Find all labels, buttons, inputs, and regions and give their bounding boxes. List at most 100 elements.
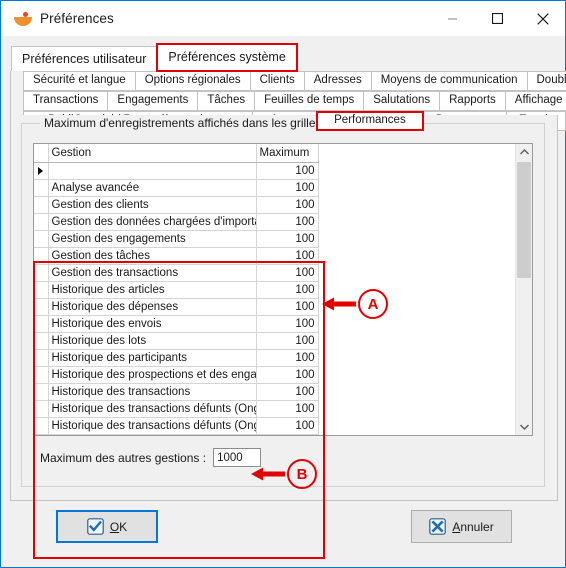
cell-gestion[interactable]: Historique des prospections et des engag… [48,366,257,384]
subtab-label: Salutations [373,93,431,106]
column-header-maximum[interactable]: Maximum [256,144,319,163]
cell-maximum[interactable]: 100 [256,315,319,333]
row-selector-cell[interactable] [34,383,49,401]
table-row[interactable]: Historique des dépenses 100 [34,298,319,316]
cell-gestion[interactable]: Gestion des clients [48,196,257,214]
tab-preferences-utilisateur[interactable]: Préférences utilisateur [11,46,158,72]
cell-gestion[interactable]: Historique des participants [48,349,257,367]
cell-maximum[interactable]: 100 [256,417,319,435]
table-row[interactable]: Historique des prospections et des engag… [34,366,319,384]
cell-gestion[interactable]: Historique des envois [48,315,257,333]
table-row[interactable]: Historique des envois 100 [34,315,319,333]
scroll-up-icon[interactable] [516,144,532,160]
row-selector-cell[interactable] [34,196,49,214]
cell-maximum[interactable]: 100 [256,162,319,180]
scroll-down-icon[interactable] [516,419,532,435]
cell-gestion[interactable]: Historique des transactions défunts (Ong… [48,417,257,435]
cell-maximum[interactable]: 100 [256,179,319,197]
cancel-button[interactable]: Annuler [411,510,512,543]
subtab-affichage[interactable]: Affichage [504,90,566,111]
tab-preferences-systeme[interactable]: Préférences système [156,43,298,72]
subtab-feuilles-de-temps[interactable]: Feuilles de temps [254,90,365,111]
table-row[interactable]: Gestion des transactions 100 [34,264,319,282]
column-header-gestion[interactable]: Gestion [48,144,257,163]
row-selector-cell[interactable] [34,264,49,282]
row-selector-cell[interactable] [34,247,49,265]
cell-gestion[interactable]: Historique des dépenses [48,298,257,316]
table-row[interactable]: Historique des lots 100 [34,332,319,350]
cell-maximum[interactable]: 100 [256,281,319,299]
gestion-grid-body: 100 Analyse avancée 100 Gestion des clients… [34,162,319,435]
table-row[interactable]: Gestion des données chargées d'importati… [34,213,319,231]
row-selector-cell[interactable] [34,281,49,299]
table-row[interactable]: Gestion des engagements 100 [34,230,319,248]
grid-vertical-scrollbar[interactable] [515,144,532,435]
table-row[interactable]: Gestion des tâches 100 [34,247,319,265]
gestion-grid[interactable]: Gestion Maximum 100 Analyse avancée 100 Ges… [33,143,533,436]
cell-gestion[interactable]: Historique des transactions [48,383,257,401]
cell-maximum[interactable]: 100 [256,366,319,384]
subtab-performances[interactable]: Performances [316,110,424,131]
cell-maximum[interactable]: 100 [256,383,319,401]
row-selector-cell[interactable] [34,162,49,180]
row-selector-cell[interactable] [34,315,49,333]
cell-maximum[interactable]: 100 [256,298,319,316]
table-row[interactable]: Historique des articles 100 [34,281,319,299]
subtab-moyens-de-communication[interactable]: Moyens de communication [370,70,528,91]
cell-gestion[interactable]: Gestion des tâches [48,247,257,265]
subtab-salutations[interactable]: Salutations [363,90,441,111]
cell-gestion[interactable]: Gestion des transactions [48,264,257,282]
close-icon[interactable] [520,1,565,36]
row-selector-cell[interactable] [34,213,49,231]
cell-maximum[interactable]: 100 [256,332,319,350]
cell-maximum[interactable]: 100 [256,349,319,367]
table-header-row: Gestion Maximum [34,144,319,163]
subtab-label: Transactions [33,93,99,106]
cell-maximum[interactable]: 100 [256,230,319,248]
table-row[interactable]: Historique des transactions défunts (Ong… [34,400,319,418]
table-row[interactable]: Historique des transactions 100 [34,383,319,401]
minimize-icon[interactable] [430,1,475,36]
maximize-icon[interactable] [475,1,520,36]
row-selector-cell[interactable] [34,366,49,384]
row-selector-cell[interactable] [34,179,49,197]
other-gestions-input[interactable] [213,448,262,467]
title-bar: Préférences [1,1,565,36]
cell-gestion[interactable]: Historique des transactions défunts (Ong… [48,400,257,418]
table-row[interactable]: Gestion des clients 100 [34,196,319,214]
cell-maximum[interactable]: 100 [256,264,319,282]
cell-gestion[interactable]: Historique des lots [48,332,257,350]
main-tab-row: Préférences utilisateur Préférences syst… [1,43,565,72]
subtab-adresses[interactable]: Adresses [303,70,372,91]
table-row[interactable]: 100 [34,162,319,180]
subtab-engagements[interactable]: Engagements [107,90,199,111]
gestion-grid-table: Gestion Maximum 100 Analyse avancée 100 Ges… [34,144,319,435]
table-row[interactable]: Historique des transactions défunts (Ong… [34,417,319,435]
subtab-doublons[interactable]: Doublons [526,70,566,91]
subtab-transactions[interactable]: Transactions [23,90,109,111]
ok-button[interactable]: OK [56,510,158,543]
row-selector-cell[interactable] [34,332,49,350]
row-selector-cell[interactable] [34,298,49,316]
scrollbar-thumb[interactable] [517,162,531,278]
cell-gestion[interactable]: Gestion des engagements [48,230,257,248]
table-row[interactable]: Analyse avancée 100 [34,179,319,197]
cell-gestion[interactable] [48,162,257,180]
cell-maximum[interactable]: 100 [256,213,319,231]
cell-maximum[interactable]: 100 [256,196,319,214]
subtab-taches[interactable]: Tâches [197,90,256,111]
row-selector-cell[interactable] [34,417,49,435]
table-row[interactable]: Historique des participants 100 [34,349,319,367]
cell-gestion[interactable]: Analyse avancée [48,179,257,197]
cell-maximum[interactable]: 100 [256,400,319,418]
row-selector-cell[interactable] [34,400,49,418]
subtab-securite-et-langue[interactable]: Sécurité et langue [23,70,136,91]
cell-gestion[interactable]: Gestion des données chargées d'importati… [48,213,257,231]
subtab-rapports[interactable]: Rapports [439,90,506,111]
row-selector-cell[interactable] [34,349,49,367]
subtab-options-regionales[interactable]: Options régionales [134,70,251,91]
cell-maximum[interactable]: 100 [256,247,319,265]
cell-gestion[interactable]: Historique des articles [48,281,257,299]
subtab-clients[interactable]: Clients [249,70,305,91]
row-selector-cell[interactable] [34,230,49,248]
